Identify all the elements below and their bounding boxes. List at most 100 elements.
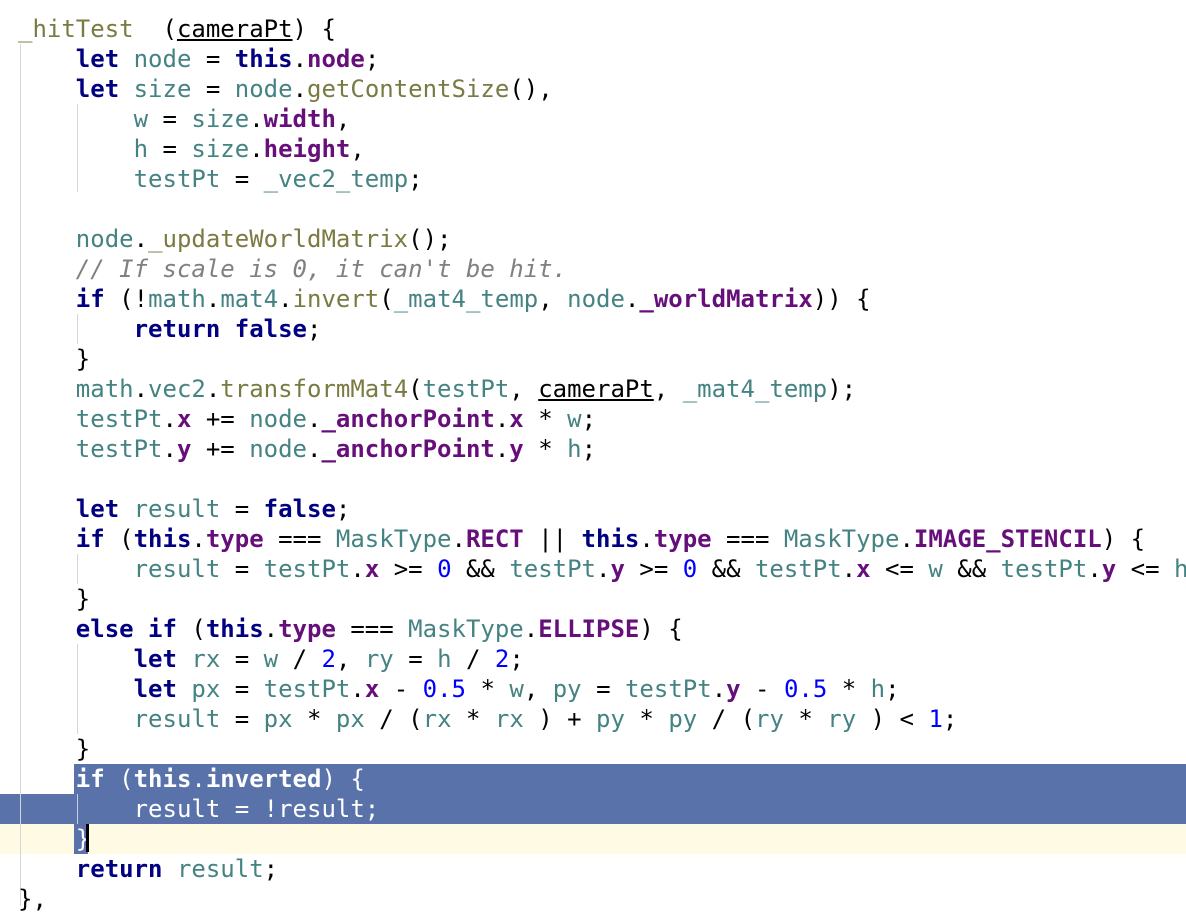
- code-token: h: [437, 645, 452, 673]
- code-token: .: [494, 405, 510, 433]
- code-token: w: [567, 405, 582, 433]
- code-token: .: [191, 525, 206, 553]
- code-line[interactable]: let result = false;: [18, 494, 351, 524]
- code-token: (: [133, 15, 177, 43]
- code-token: node: [249, 435, 307, 463]
- code-token: }: [18, 825, 91, 853]
- code-token: ;: [263, 855, 279, 883]
- code-token: mat4: [220, 285, 279, 313]
- code-line[interactable]: math.vec2.transformMat4(testPt, cameraPt…: [18, 374, 856, 404]
- code-token: /: [278, 645, 322, 673]
- code-token: ;: [408, 165, 423, 193]
- code-token: size: [191, 135, 250, 163]
- text-caret: [86, 824, 89, 852]
- code-token: >=: [624, 555, 683, 583]
- code-token: -: [740, 675, 784, 703]
- code-editor[interactable]: _hitTest (cameraPt) { let node = this.no…: [0, 0, 1186, 924]
- code-line[interactable]: testPt = _vec2_temp;: [18, 164, 423, 194]
- code-line[interactable]: if (!math.mat4.invert(_mat4_temp, node._…: [18, 284, 871, 314]
- code-token: node: [133, 45, 192, 73]
- code-line[interactable]: node._updateWorldMatrix();: [18, 224, 452, 254]
- code-line[interactable]: h = size.height,: [18, 134, 365, 164]
- code-line[interactable]: // If scale is 0, it can't be hit.: [18, 254, 567, 284]
- code-token: y: [176, 435, 192, 463]
- code-line[interactable]: return false;: [18, 314, 322, 344]
- code-token: h: [133, 135, 149, 163]
- code-token: &&: [451, 555, 510, 583]
- code-token: if: [75, 525, 105, 553]
- code-line[interactable]: else if (this.type === MaskType.ELLIPSE)…: [18, 614, 683, 644]
- code-token: ;: [581, 435, 597, 463]
- code-token: ,: [350, 135, 365, 163]
- code-token: return false: [133, 315, 307, 343]
- code-line[interactable]: let node = this.node;: [18, 44, 379, 74]
- code-line[interactable]: }: [18, 824, 90, 854]
- code-line[interactable]: return result;: [18, 854, 278, 884]
- code-token: =: [220, 675, 264, 703]
- code-line[interactable]: testPt.y += node._anchorPoint.y * h;: [18, 434, 596, 464]
- code-token: this: [133, 765, 192, 793]
- code-token: .: [639, 525, 654, 553]
- code-token: _mat4_temp: [393, 285, 539, 313]
- code-line[interactable]: let rx = w / 2, ry = h / 2;: [18, 644, 524, 674]
- code-line[interactable]: if (this.inverted) {: [18, 764, 365, 794]
- code-token: 0: [682, 555, 698, 583]
- code-token: *: [624, 705, 669, 733]
- code-token: inverted: [205, 765, 322, 793]
- code-line[interactable]: result = px * px / (rx * rx ) + py * py …: [18, 704, 958, 734]
- code-token: testPt: [263, 675, 351, 703]
- code-token: node: [567, 285, 625, 313]
- code-line[interactable]: }: [18, 344, 90, 374]
- code-token: .: [711, 675, 727, 703]
- code-token: >=: [379, 555, 438, 583]
- code-token: ;: [364, 795, 380, 823]
- code-token: rx: [422, 705, 452, 733]
- code-line[interactable]: }: [18, 734, 90, 764]
- code-token: -: [379, 675, 423, 703]
- code-token: node: [75, 225, 134, 253]
- code-line[interactable]: result = testPt.x >= 0 && testPt.y >= 0 …: [18, 554, 1186, 584]
- code-token: _worldMatrix: [639, 285, 813, 313]
- code-token: 0.5: [783, 675, 828, 703]
- code-token: RECT: [465, 525, 524, 553]
- code-token: node: [307, 45, 365, 73]
- code-line[interactable]: _hitTest (cameraPt) {: [18, 14, 336, 44]
- code-token: vec2: [148, 375, 206, 403]
- code-line[interactable]: let px = testPt.x - 0.5 * w, py = testPt…: [18, 674, 900, 704]
- code-token: ,: [509, 375, 539, 403]
- code-line[interactable]: w = size.width,: [18, 104, 351, 134]
- code-token: w: [133, 105, 149, 133]
- code-token: math: [75, 375, 134, 403]
- code-line[interactable]: testPt.x += node._anchorPoint.x * w;: [18, 404, 596, 434]
- code-token: ) <: [856, 705, 929, 733]
- code-token: x: [176, 405, 192, 433]
- code-token: x: [509, 405, 524, 433]
- code-token: let: [75, 495, 120, 523]
- code-token: testPt: [1000, 555, 1088, 583]
- code-token: result: [176, 855, 264, 883]
- code-line[interactable]: result = !result;: [18, 794, 380, 824]
- code-line[interactable]: let size = node.getContentSize(),: [18, 74, 553, 104]
- code-line[interactable]: }: [18, 584, 90, 614]
- code-token: node: [249, 405, 307, 433]
- code-line[interactable]: },: [18, 884, 47, 914]
- code-token: *: [523, 405, 568, 433]
- code-token: x: [856, 555, 871, 583]
- code-token: .: [162, 435, 177, 463]
- code-token: size: [191, 105, 250, 133]
- code-token: y: [1101, 555, 1117, 583]
- code-token: .: [205, 375, 221, 403]
- code-token: =: [581, 675, 625, 703]
- code-line[interactable]: if (this.type === MaskType.RECT || this.…: [18, 524, 1145, 554]
- code-token: w: [509, 675, 524, 703]
- code-token: .: [205, 285, 221, 313]
